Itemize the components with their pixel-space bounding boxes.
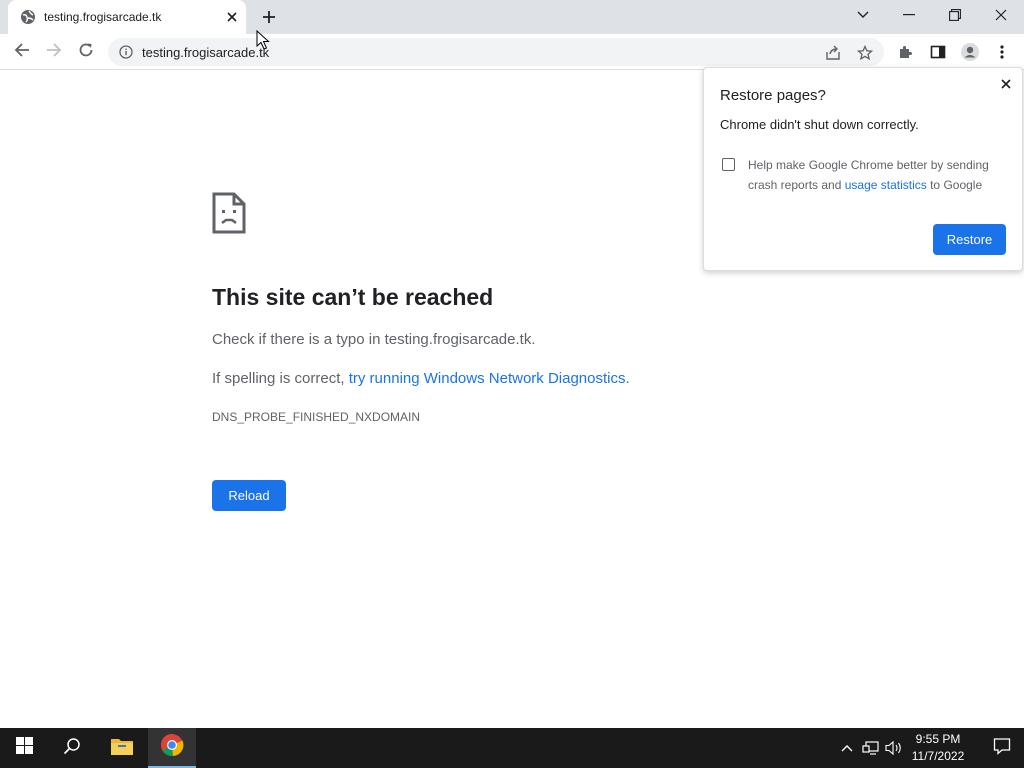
- taskbar-app-chrome[interactable]: [148, 728, 196, 768]
- error-code: DNS_PROBE_FINISHED_NXDOMAIN: [212, 410, 421, 424]
- close-icon[interactable]: [998, 76, 1014, 92]
- error-suggestion-prefix: If spelling is correct,: [212, 370, 349, 387]
- url-text: testing.frogisarcade.tk: [142, 44, 270, 60]
- tab-title: testing.frogisarcade.tk: [44, 10, 162, 24]
- globe-icon: [20, 9, 36, 25]
- error-title: This site can’t be reached: [212, 284, 494, 310]
- profile-avatar-icon[interactable]: [960, 42, 980, 62]
- error-suggestion-diagnostics: If spelling is correct, try running Wind…: [212, 370, 630, 387]
- minimize-icon[interactable]: [886, 0, 932, 30]
- chevron-up-icon[interactable]: [837, 738, 857, 758]
- taskbar: 9:55 PM 11/7/2022: [0, 728, 1024, 768]
- taskbar-search-button[interactable]: [48, 728, 96, 768]
- reload-toolbar-button[interactable]: [72, 38, 100, 66]
- sad-page-icon: [212, 192, 246, 234]
- bookmark-star-icon[interactable]: [856, 44, 874, 62]
- tab-strip: testing.frogisarcade.tk: [0, 0, 1024, 34]
- info-icon[interactable]: [118, 44, 134, 60]
- mouse-cursor-icon: [256, 29, 270, 50]
- reload-icon: [78, 42, 94, 63]
- restore-pages-bubble: Restore pages? Chrome didn't shut down c…: [703, 67, 1023, 271]
- network-diagnostics-link[interactable]: try running Windows Network Diagnostics: [349, 370, 626, 387]
- clock-time: 9:55 PM: [915, 732, 961, 746]
- bubble-title: Restore pages?: [720, 87, 826, 104]
- search-icon: [63, 737, 81, 760]
- taskbar-app-file-explorer[interactable]: [98, 728, 146, 768]
- address-bar[interactable]: testing.frogisarcade.tk: [108, 38, 884, 66]
- arrow-left-icon: [14, 42, 30, 63]
- restore-window-icon[interactable]: [932, 0, 978, 30]
- checkbox-text-suffix: to Google: [926, 178, 983, 192]
- taskbar-clock[interactable]: 9:55 PM 11/7/2022: [905, 731, 971, 765]
- start-button[interactable]: [0, 728, 48, 768]
- crash-reports-checkbox[interactable]: [722, 158, 735, 171]
- arrow-right-icon: [46, 42, 62, 63]
- tab-close-icon[interactable]: [224, 9, 240, 25]
- kebab-menu-icon[interactable]: [992, 42, 1012, 62]
- error-suggestion-typo: Check if there is a typo in testing.frog…: [212, 331, 536, 348]
- volume-icon[interactable]: [884, 738, 904, 758]
- file-explorer-icon: [110, 736, 134, 761]
- crash-reports-label: Help make Google Chrome better by sendin…: [748, 155, 1010, 195]
- reload-button[interactable]: Reload: [212, 480, 286, 511]
- bubble-message: Chrome didn't shut down correctly.: [720, 117, 919, 132]
- error-suggestion-suffix: .: [625, 370, 630, 387]
- forward-button[interactable]: [40, 38, 68, 66]
- tab-active[interactable]: testing.frogisarcade.tk: [8, 0, 246, 34]
- windows-logo-icon: [15, 737, 33, 759]
- side-panel-icon[interactable]: [928, 42, 948, 62]
- back-button[interactable]: [8, 38, 36, 66]
- clock-date: 11/7/2022: [911, 749, 965, 763]
- browser-toolbar: testing.frogisarcade.tk: [0, 34, 1024, 70]
- usage-statistics-link[interactable]: usage statistics: [845, 178, 927, 192]
- close-window-icon[interactable]: [978, 0, 1024, 30]
- notification-icon: [993, 737, 1011, 760]
- extensions-puzzle-icon[interactable]: [896, 42, 916, 62]
- restore-button[interactable]: Restore: [933, 224, 1006, 255]
- chrome-icon: [160, 733, 184, 762]
- new-tab-button[interactable]: [259, 7, 279, 27]
- tab-search-chevron-icon[interactable]: [840, 0, 886, 30]
- network-icon[interactable]: [861, 738, 881, 758]
- share-icon[interactable]: [824, 44, 842, 62]
- action-center-button[interactable]: [980, 728, 1024, 768]
